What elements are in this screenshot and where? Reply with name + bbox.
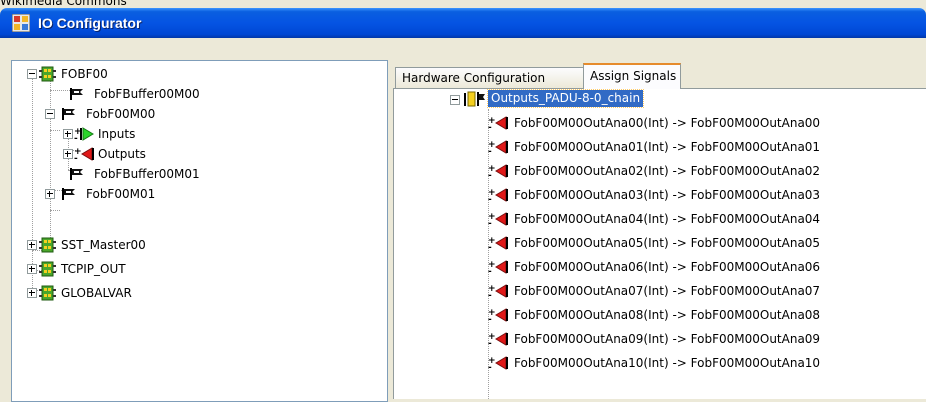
io-configurator-icon: [12, 14, 30, 32]
signal-label: FobF00M00OutAna08(Int) -> FobF00M00OutAn…: [514, 308, 821, 322]
tree-node-fobf00m01[interactable]: FobF00M01: [12, 184, 382, 204]
tree-node-label: Outputs: [98, 147, 146, 161]
red-output-arrow-icon: + -: [488, 116, 508, 131]
svg-text:-: -: [74, 134, 78, 142]
green-device-icon: [39, 285, 56, 301]
black-flag-icon: [62, 188, 75, 200]
signal-root-node[interactable]: Outputs_PADU-8-0_chain: [394, 89, 924, 109]
tree-node-inputs[interactable]: + - Inputs: [12, 124, 382, 144]
green-input-arrow-icon: + -: [74, 127, 94, 142]
svg-text:-: -: [488, 339, 492, 347]
collapse-toggle[interactable]: [45, 109, 55, 119]
signal-label: FobF00M00OutAna00(Int) -> FobF00M00OutAn…: [514, 116, 821, 130]
tree-node-fobf00m00[interactable]: FobF00M00: [12, 104, 382, 124]
window-titlebar[interactable]: IO Configurator: [0, 8, 926, 38]
tree-node-label: Inputs: [98, 127, 136, 141]
black-flag-icon: [70, 168, 83, 180]
tree-node-outputs[interactable]: + - Outputs: [12, 144, 382, 164]
svg-text:-: -: [488, 195, 492, 203]
expand-toggle[interactable]: [45, 189, 55, 199]
cropped-caption-text: Wikimedia Commons: [0, 0, 127, 8]
tree-node-globalvar[interactable]: GLOBALVAR: [12, 283, 382, 303]
collapse-toggle[interactable]: [450, 95, 460, 105]
signal-label: FobF00M00OutAna07(Int) -> FobF00M00OutAn…: [514, 284, 821, 298]
green-device-icon: [39, 66, 56, 82]
tree-node-label: FobF00M01: [86, 187, 156, 201]
signal-label: FobF00M00OutAna10(Int) -> FobF00M00OutAn…: [514, 356, 821, 370]
tree-node-label: TCPIP_OUT: [61, 262, 126, 276]
tree-node-tcpip-out[interactable]: TCPIP_OUT: [12, 259, 382, 279]
tab-assign-signals[interactable]: Assign Signals: [583, 63, 681, 89]
expand-toggle[interactable]: [27, 264, 37, 274]
tree-node-label: SST_Master00: [61, 238, 146, 252]
red-output-arrow-icon: + -: [488, 284, 508, 299]
tree-node-label: GLOBALVAR: [61, 286, 132, 300]
signal-label: FobF00M00OutAna05(Int) -> FobF00M00OutAn…: [514, 236, 821, 250]
expand-toggle[interactable]: [63, 129, 73, 139]
svg-text:-: -: [74, 154, 78, 162]
svg-text:-: -: [488, 243, 492, 251]
tab-hardware-configuration[interactable]: Hardware Configuration: [395, 67, 585, 88]
svg-text:-: -: [488, 123, 492, 131]
signal-label: FobF00M00OutAna09(Int) -> FobF00M00OutAn…: [514, 332, 821, 346]
hardware-tree-panel[interactable]: FOBF00 FobFBuffer00M00 FobF00M00 + - Inp…: [11, 60, 388, 402]
tree-node-fobf00[interactable]: FOBF00: [12, 64, 382, 84]
red-output-arrow-icon: + -: [488, 308, 508, 323]
tree-node-sst-master00[interactable]: SST_Master00: [12, 235, 382, 255]
tree-node-fobfbuffer00m00[interactable]: FobFBuffer00M00: [12, 84, 382, 104]
tree-node-label: FobFBuffer00M00: [94, 87, 200, 101]
svg-text:-: -: [488, 315, 492, 323]
svg-text:-: -: [488, 363, 492, 371]
red-output-arrow-icon: + -: [488, 260, 508, 275]
assign-signals-panel[interactable]: Outputs_PADU-8-0_chain + - FobF00M00OutA…: [393, 88, 926, 399]
tree-node-label: FobFBuffer00M01: [94, 167, 200, 181]
red-output-arrow-icon: + -: [488, 356, 508, 371]
window-title: IO Configurator: [38, 15, 142, 31]
collapse-toggle[interactable]: [27, 69, 37, 79]
red-output-arrow-icon: + -: [74, 147, 94, 162]
signal-label: FobF00M00OutAna01(Int) -> FobF00M00OutAn…: [514, 140, 821, 154]
chain-icon: [464, 91, 485, 107]
signal-label: FobF00M00OutAna06(Int) -> FobF00M00OutAn…: [514, 260, 821, 274]
black-flag-icon: [62, 108, 75, 120]
black-flag-icon: [70, 88, 83, 100]
expand-toggle[interactable]: [27, 240, 37, 250]
red-output-arrow-icon: + -: [488, 332, 508, 347]
red-output-arrow-icon: + -: [488, 236, 508, 251]
expand-toggle[interactable]: [27, 288, 37, 298]
svg-text:-: -: [488, 171, 492, 179]
tree-node-label: FobF00M00: [86, 107, 156, 121]
signal-label: FobF00M00OutAna02(Int) -> FobF00M00OutAn…: [514, 164, 821, 178]
expand-toggle[interactable]: [63, 149, 73, 159]
tree-node-label: FOBF00: [61, 67, 108, 81]
green-device-icon: [39, 261, 56, 277]
red-output-arrow-icon: + -: [488, 140, 508, 155]
signal-label: FobF00M00OutAna04(Int) -> FobF00M00OutAn…: [514, 212, 821, 226]
red-output-arrow-icon: + -: [488, 212, 508, 227]
svg-text:-: -: [488, 147, 492, 155]
tree-node-fobfbuffer00m01[interactable]: FobFBuffer00M01: [12, 164, 382, 184]
red-output-arrow-icon: + -: [488, 188, 508, 203]
red-output-arrow-icon: + -: [488, 164, 508, 179]
svg-text:-: -: [488, 267, 492, 275]
svg-text:-: -: [488, 219, 492, 227]
svg-text:-: -: [488, 291, 492, 299]
green-device-icon: [39, 237, 56, 253]
signal-label: FobF00M00OutAna03(Int) -> FobF00M00OutAn…: [514, 188, 821, 202]
signal-root-label[interactable]: Outputs_PADU-8-0_chain: [486, 89, 645, 108]
